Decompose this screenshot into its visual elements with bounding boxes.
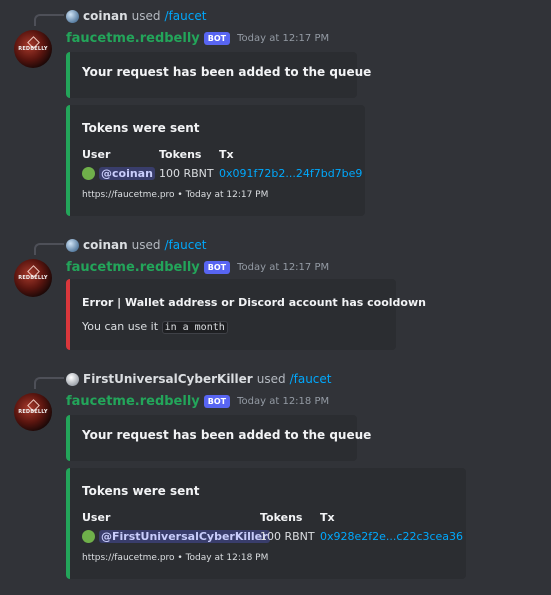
bot-avatar[interactable]: REDBELLY	[14, 30, 52, 68]
reply-context[interactable]: coinan used /faucet	[66, 236, 206, 254]
reply-context[interactable]: coinan used /faucet	[66, 7, 206, 25]
field-tx: Tx 0x928e2f2e...c22c3cea36	[320, 511, 463, 543]
reply-used-text: used	[131, 238, 161, 252]
bot-tag: BOT	[203, 31, 231, 45]
online-status-icon	[82, 530, 95, 543]
reply-connector	[34, 14, 64, 26]
message-header: faucetme.redbelly BOT Today at 12:18 PM	[66, 391, 329, 411]
user-mention[interactable]: @FirstUniversalCyberKiller	[99, 530, 270, 543]
field-label-user: User	[82, 148, 111, 161]
field-label-tokens: Tokens	[159, 148, 202, 161]
description-text: You can use it	[82, 320, 159, 333]
bot-avatar[interactable]: REDBELLY	[14, 393, 52, 431]
embed-description: You can use it in a month	[82, 320, 228, 334]
reply-command[interactable]: /faucet	[165, 238, 207, 252]
bot-name[interactable]: faucetme.redbelly	[66, 260, 200, 275]
timestamp[interactable]: Today at 12:17 PM	[237, 262, 329, 273]
user-avatar-icon[interactable]	[66, 238, 79, 252]
field-user: User @FirstUniversalCyberKiller	[82, 511, 270, 543]
tx-link[interactable]: 0x928e2f2e...c22c3cea36	[320, 530, 463, 543]
reply-context[interactable]: FirstUniversalCyberKiller used /faucet	[66, 370, 332, 388]
field-label-tokens: Tokens	[260, 511, 303, 524]
error-embed: Error | Wallet address or Discord accoun…	[66, 279, 426, 350]
bot-avatar-text: REDBELLY	[18, 409, 48, 415]
timestamp[interactable]: Today at 12:17 PM	[237, 33, 329, 44]
field-tx: Tx 0x091f72b2...24f7bd7be9	[219, 148, 362, 180]
tx-link[interactable]: 0x091f72b2...24f7bd7be9	[219, 167, 362, 180]
message-header: faucetme.redbelly BOT Today at 12:17 PM	[66, 28, 329, 48]
reply-command[interactable]: /faucet	[165, 9, 207, 23]
embed-title: Tokens were sent	[82, 484, 200, 498]
queue-embed: Your request has been added to the queue	[66, 52, 371, 98]
message-header: faucetme.redbelly BOT Today at 12:17 PM	[66, 257, 329, 277]
reply-used-text: used	[256, 372, 286, 386]
bot-avatar[interactable]: REDBELLY	[14, 259, 52, 297]
embed-title: Your request has been added to the queue	[82, 65, 372, 79]
user-avatar-icon[interactable]	[66, 9, 79, 23]
bot-avatar-text: REDBELLY	[18, 275, 48, 281]
reply-username[interactable]: FirstUniversalCyberKiller	[83, 372, 253, 386]
reply-connector	[34, 377, 64, 389]
field-value-tokens: 100 RBNT	[260, 530, 315, 543]
bot-avatar-text: REDBELLY	[18, 46, 48, 52]
queue-embed: Your request has been added to the queue	[66, 415, 371, 461]
reply-used-text: used	[131, 9, 161, 23]
bot-name[interactable]: faucetme.redbelly	[66, 31, 200, 46]
field-user: User @coinan	[82, 148, 155, 180]
bot-tag: BOT	[203, 394, 231, 408]
tokens-embed: Tokens were sent User @FirstUniversalCyb…	[66, 468, 466, 579]
online-status-icon	[82, 167, 95, 180]
embed-footer: https://faucetme.pro • Today at 12:17 PM	[82, 190, 269, 200]
timestamp[interactable]: Today at 12:18 PM	[237, 396, 329, 407]
bot-tag: BOT	[203, 260, 231, 274]
field-value-tokens: 100 RBNT	[159, 167, 214, 180]
user-avatar-icon[interactable]	[66, 372, 79, 386]
inline-code: in a month	[161, 321, 228, 334]
embed-footer: https://faucetme.pro • Today at 12:18 PM	[82, 553, 269, 563]
bot-name[interactable]: faucetme.redbelly	[66, 394, 200, 409]
field-value-user: @FirstUniversalCyberKiller	[82, 530, 270, 543]
field-label-tx: Tx	[219, 148, 234, 161]
field-tokens: Tokens 100 RBNT	[260, 511, 315, 543]
embed-title: Your request has been added to the queue	[82, 428, 372, 442]
field-label-tx: Tx	[320, 511, 335, 524]
reply-connector	[34, 243, 64, 255]
tokens-embed: Tokens were sent User @coinan Tokens 100…	[66, 105, 365, 216]
embed-title: Tokens were sent	[82, 121, 200, 135]
embed-title: Error | Wallet address or Discord accoun…	[82, 296, 426, 309]
field-label-user: User	[82, 511, 111, 524]
field-value-user: @coinan	[82, 167, 155, 180]
reply-command[interactable]: /faucet	[290, 372, 332, 386]
user-mention[interactable]: @coinan	[99, 167, 155, 180]
reply-username[interactable]: coinan	[83, 238, 128, 252]
reply-username[interactable]: coinan	[83, 9, 128, 23]
field-tokens: Tokens 100 RBNT	[159, 148, 214, 180]
